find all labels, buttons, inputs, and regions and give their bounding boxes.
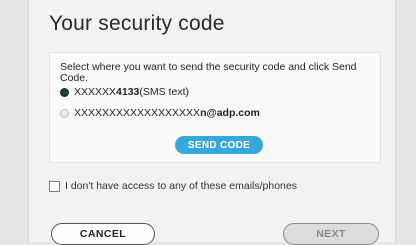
send-code-button[interactable]: SEND CODE (175, 136, 263, 154)
no-access-row[interactable]: I don't have access to any of these emai… (49, 180, 297, 192)
option-email[interactable]: XXXXXXXXXXXXXXXXXX n@adp.com (60, 107, 260, 119)
no-access-checkbox[interactable] (49, 180, 60, 192)
option-email-masked: XXXXXXXXXXXXXXXXXX (74, 107, 201, 119)
option-sms[interactable]: XXXXXX 4133 (SMS text) (60, 86, 189, 98)
option-email-suffix: n@adp.com (200, 107, 260, 119)
option-sms-masked: XXXXXX (74, 86, 117, 98)
option-sms-detail: (SMS text) (139, 86, 189, 98)
instructions-text: Select where you want to send the securi… (60, 61, 357, 84)
delivery-options-card: Select where you want to send the securi… (49, 52, 381, 163)
radio-selected-icon[interactable] (60, 87, 69, 97)
page-title: Your security code (49, 12, 225, 35)
radio-unselected-icon[interactable] (60, 108, 69, 118)
security-code-panel: Your security code Select where you want… (28, 0, 396, 245)
no-access-label: I don't have access to any of these emai… (65, 180, 297, 192)
option-sms-suffix: 4133 (116, 86, 140, 98)
